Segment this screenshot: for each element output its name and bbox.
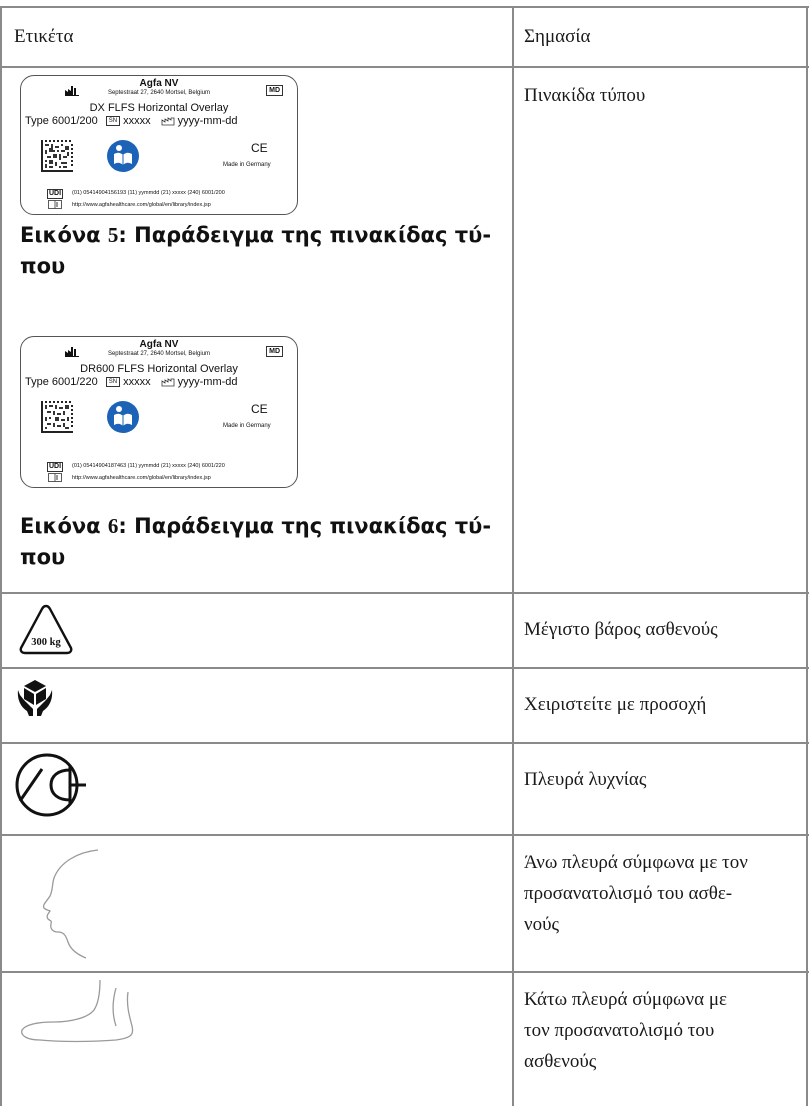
meaning-bottom-side: Κάτω πλευρά σύμφωνα με τον προσανατολισμό… xyxy=(524,984,804,1077)
tube-side-icon xyxy=(15,753,86,817)
udi-badge: UDI xyxy=(47,189,64,199)
plate-date: yyyy-mm-dd xyxy=(177,115,238,127)
plate-url: http://www.agfahealthcare.com/global/en/… xyxy=(72,475,211,481)
meaning-line: προσανατολισμό του ασθε- xyxy=(524,883,733,904)
caption-prefix: Εικόνα xyxy=(20,514,101,538)
plate-product-name: DX FLFS Horizontal Overlay xyxy=(89,102,229,114)
udi-number: (01) 05414904187463 (11) yymmdd (21) xxx… xyxy=(72,463,225,469)
caption-prefix: Εικόνα xyxy=(20,223,101,247)
serial-number-badge: SN xyxy=(105,377,121,388)
meaning-top-side: Άνω πλευρά σύμφωνα με τον προσανατολισμό … xyxy=(524,847,804,940)
plate-serial: xxxxx xyxy=(123,115,151,127)
consult-instructions-icon xyxy=(107,401,139,433)
figure-caption: Εικόνα 6: Παράδειγμα της πινακίδας τύ-πο… xyxy=(20,511,510,573)
meaning-max-weight: Μέγιστο βάρος ασθενούς xyxy=(524,619,718,640)
made-in: Made in Germany xyxy=(223,162,271,168)
plate-company: Agfa NV xyxy=(139,78,179,89)
plate-company: Agfa NV xyxy=(139,339,179,350)
caption-number: 5 xyxy=(107,223,119,247)
plate-address: Septestraat 27, 2640 Mortsel, Belgium xyxy=(107,351,211,357)
foot-icon xyxy=(21,979,134,1043)
plate-url: http://www.agfahealthcare.com/global/en/… xyxy=(72,202,211,208)
row-divider xyxy=(0,971,809,973)
caption-text-continued: που xyxy=(20,545,66,569)
electronic-instructions-icon xyxy=(48,473,62,482)
serial-number-badge: SN xyxy=(105,116,121,127)
type-plate-image: Agfa NV Septestraat 27, 2640 Mortsel, Be… xyxy=(20,336,298,488)
meaning-handle-with-care: Χειριστείτε με προσοχή xyxy=(524,694,707,715)
figure-caption: Εικόνα 5: Παράδειγμα της πινακίδας τύ-πο… xyxy=(20,220,510,282)
udi-badge: UDI xyxy=(47,462,64,472)
max-patient-weight-icon: 300 kg xyxy=(19,604,73,655)
plate-type: Type 6001/200 xyxy=(25,115,98,127)
caption-text: : Παράδειγμα της πινακίδας τύ- xyxy=(118,514,492,538)
consult-instructions-icon xyxy=(107,140,139,172)
meaning-tube-side: Πλευρά λυχνίας xyxy=(524,769,647,790)
datamatrix-code-icon xyxy=(41,401,73,433)
header-label-column: Ετικέτα xyxy=(14,26,74,47)
plate-serial: xxxxx xyxy=(123,376,151,388)
electronic-instructions-icon xyxy=(48,200,62,209)
head-profile-icon xyxy=(42,849,99,959)
meaning-line: Άνω πλευρά σύμφωνα με τον xyxy=(524,852,748,873)
plate-type-line: Type 6001/200 SN xxxxx yyyy-mm-dd xyxy=(25,115,238,127)
meaning-line: ασθενούς xyxy=(524,1051,597,1072)
meaning-line: Κάτω πλευρά σύμφωνα με xyxy=(524,989,728,1010)
row-divider xyxy=(0,592,809,594)
caption-text: : Παράδειγμα της πινακίδας τύ- xyxy=(118,223,492,247)
plate-date: yyyy-mm-dd xyxy=(177,376,238,388)
header-meaning-column: Σημασία xyxy=(524,26,591,47)
plate-product-name: DR600 FLFS Horizontal Overlay xyxy=(80,363,238,375)
handle-with-care-icon xyxy=(17,680,53,716)
row-divider xyxy=(0,66,809,68)
ce-mark: CE xyxy=(251,402,268,416)
table-border-left xyxy=(0,6,2,1106)
plate-address: Septestraat 27, 2640 Mortsel, Belgium xyxy=(107,90,211,96)
ce-mark: CE xyxy=(251,141,268,155)
row-divider xyxy=(0,667,809,669)
medical-device-badge: MD xyxy=(266,346,283,357)
plate-type: Type 6001/220 xyxy=(25,376,98,388)
caption-text-continued: που xyxy=(20,254,66,278)
table-border-right xyxy=(806,6,808,1106)
table-border-top xyxy=(0,6,809,8)
meaning-line: τον προσανατολισμό του xyxy=(524,1020,715,1041)
udi-number: (01) 05414904156193 (11) yymmdd (21) xxx… xyxy=(72,190,225,196)
meaning-type-plate: Πινακίδα τύπου xyxy=(524,85,646,106)
datamatrix-code-icon xyxy=(41,140,73,172)
caption-number: 6 xyxy=(107,514,119,538)
plate-type-line: Type 6001/220 SN xxxxx yyyy-mm-dd xyxy=(25,376,238,388)
table-column-divider xyxy=(512,6,514,1106)
max-weight-text: 300 kg xyxy=(31,637,61,648)
made-in: Made in Germany xyxy=(223,423,271,429)
date-of-manufacture-icon xyxy=(161,116,175,125)
type-plate-image: Agfa NV Septestraat 27, 2640 Mortsel, Be… xyxy=(20,75,298,215)
row-divider xyxy=(0,742,809,744)
row-divider xyxy=(0,834,809,836)
medical-device-badge: MD xyxy=(266,85,283,96)
date-of-manufacture-icon xyxy=(161,377,175,386)
symbols-table: Ετικέτα Σημασία Πινακίδα τύπου Agfa NV S… xyxy=(0,0,809,1106)
meaning-line: νούς xyxy=(524,914,560,935)
